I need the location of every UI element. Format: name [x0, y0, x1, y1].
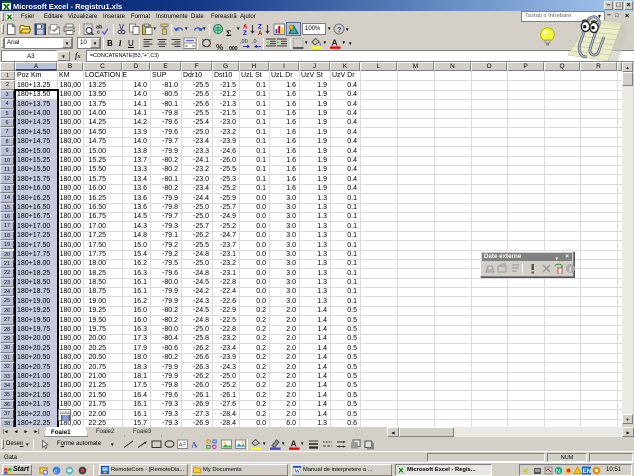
svg-text:N: N [556, 469, 560, 475]
svg-text:W: W [294, 469, 300, 474]
svg-text:,0: ,0 [252, 39, 257, 45]
svg-text:c: c [97, 30, 100, 36]
svg-text:A: A [291, 439, 297, 449]
svg-text:A: A [190, 439, 198, 450]
svg-text:EN: EN [583, 469, 591, 475]
svg-text:A: A [258, 31, 263, 35]
svg-text:?: ? [337, 25, 342, 34]
svg-text:A: A [179, 443, 183, 449]
svg-text:Z: Z [258, 25, 262, 31]
svg-text:A: A [243, 25, 248, 31]
svg-text:A: A [332, 38, 338, 48]
svg-text:,00: ,00 [240, 39, 248, 45]
svg-text:Z: Z [243, 31, 247, 35]
svg-text:i: i [569, 266, 571, 274]
